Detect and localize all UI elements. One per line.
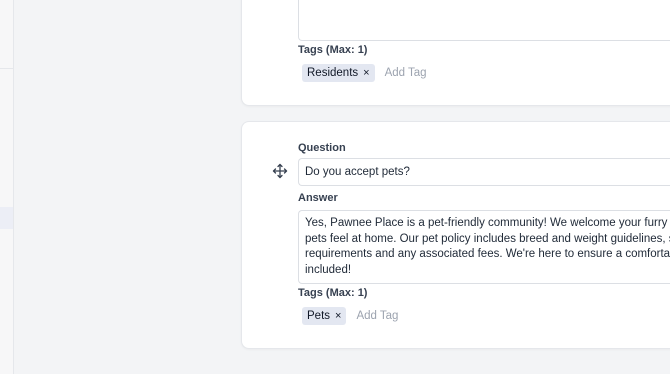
remove-tag-icon[interactable]: ×	[335, 310, 341, 322]
add-tag-input[interactable]: Add Tag	[356, 310, 398, 322]
tag-chip: Pets ×	[302, 307, 347, 325]
answer-text-line: Yes, Pawnee Place is a pet-friendly comm…	[305, 217, 670, 229]
tags-label: Tags (Max: 1)	[298, 44, 368, 56]
tag-row: Pets × Add Tag	[302, 307, 398, 325]
answer-text-line: pets feel at home. Our pet policy includ…	[305, 232, 670, 245]
answer-textarea[interactable]: Yes, Pawnee Place is a pet-friendly comm…	[298, 210, 670, 284]
question-label: Question	[298, 142, 346, 154]
tag-label: Residents	[307, 67, 359, 79]
left-sidebar	[0, 0, 14, 374]
tag-chip: Residents ×	[302, 64, 375, 82]
answer-label: Answer	[298, 192, 338, 204]
faq-card: Tags (Max: 1) Residents × Add Tag	[241, 0, 670, 106]
faq-card: Question Do you accept pets? Answer Yes,…	[241, 121, 670, 349]
answer-text-line: requirements and any associated fees. We…	[305, 248, 670, 260]
sidebar-divider	[0, 68, 13, 69]
remove-tag-icon[interactable]: ×	[363, 67, 369, 79]
question-input[interactable]: Do you accept pets?	[298, 158, 670, 186]
move-arrows-icon[interactable]	[272, 163, 288, 179]
answer-textarea[interactable]	[298, 0, 670, 41]
sidebar-active-item[interactable]	[0, 207, 13, 229]
answer-text-line: included!	[305, 263, 352, 276]
tag-row: Residents × Add Tag	[302, 64, 427, 82]
add-tag-input[interactable]: Add Tag	[385, 67, 427, 79]
tag-label: Pets	[307, 310, 331, 322]
tags-label: Tags (Max: 1)	[298, 287, 368, 299]
